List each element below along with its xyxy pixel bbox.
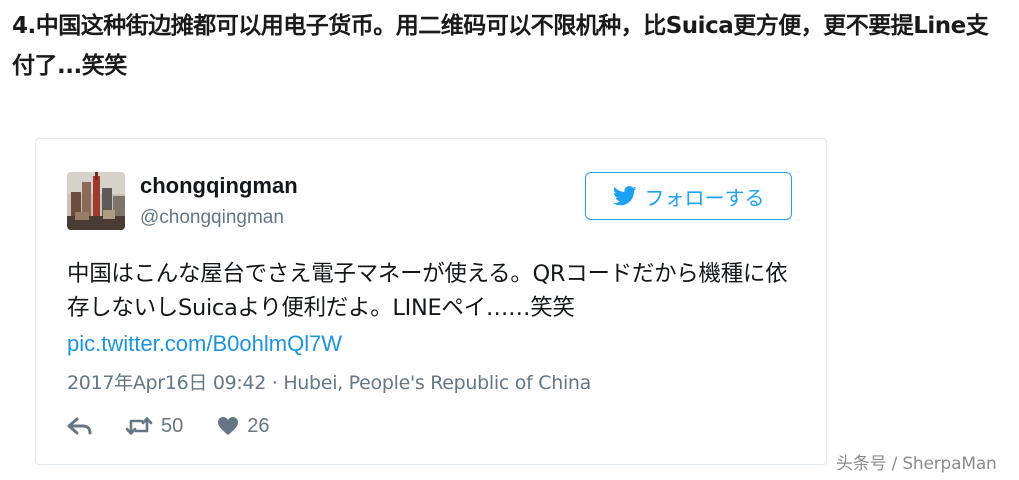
tweet-actions: 50 26 [67, 411, 270, 441]
article-heading: 4.中国这种街边摊都可以用电子货币。用二维码可以不限机种，比Suica更方便，更… [12, 13, 989, 79]
source-watermark: 头条号 / SherpaMan [836, 454, 997, 474]
avatar[interactable] [67, 172, 125, 230]
embedded-tweet-card[interactable]: chongqingman @chongqingman フォローする 中国はこんな… [35, 138, 827, 465]
reply-icon [67, 416, 93, 436]
like-button[interactable]: 26 [217, 414, 270, 438]
follow-button-label: フォローする [644, 185, 765, 210]
display-name[interactable]: chongqingman [140, 173, 298, 199]
tweet-timestamp-location[interactable]: 2017年Apr16日 09:42 · Hubei, People's Repu… [67, 368, 591, 395]
page: 4.中国这种街边摊都可以用电子货币。用二维码可以不限机种，比Suica更方便，更… [0, 0, 1019, 480]
retweet-icon [125, 416, 153, 436]
retweet-button[interactable]: 50 [125, 415, 183, 438]
like-count: 26 [247, 414, 270, 437]
tweet-media-link[interactable]: pic.twitter.com/B0ohlmQl7W [67, 327, 342, 361]
heart-icon [217, 416, 239, 436]
twitter-bird-icon [612, 186, 637, 206]
avatar-photo [67, 172, 125, 230]
retweet-count: 50 [161, 414, 184, 437]
follow-button[interactable]: フォローする [585, 172, 792, 220]
tweet-text: 中国はこんな屋台でさえ電子マネーが使える。QRコードだから機種に依存しないしSu… [67, 261, 788, 321]
screen-name[interactable]: @chongqingman [140, 207, 284, 229]
reply-button[interactable] [67, 416, 93, 436]
